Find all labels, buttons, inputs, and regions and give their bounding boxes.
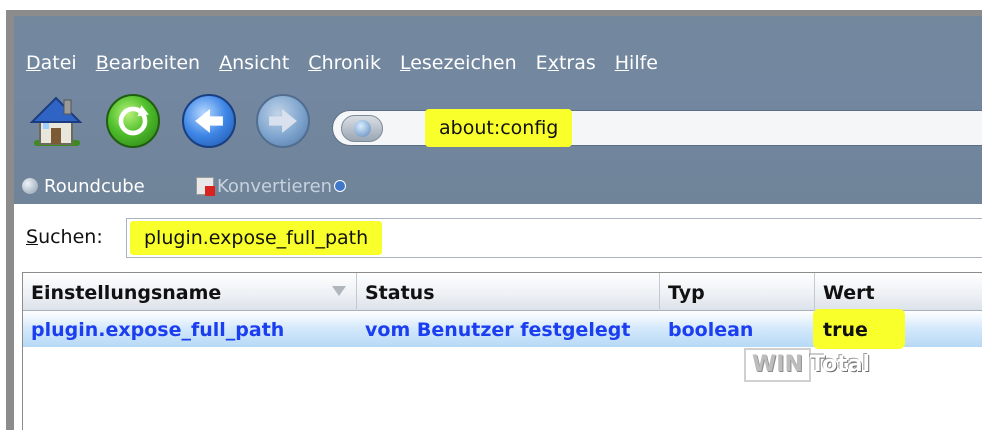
menu-label-post: tras (558, 52, 596, 74)
menu-label-post: esezeichen (410, 52, 517, 74)
cell-name[interactable]: plugin.expose_full_path (23, 311, 284, 347)
menu-label-accel: B (95, 52, 109, 74)
menu-label-pre: E (535, 52, 548, 74)
home-icon (29, 96, 83, 146)
menu-label-post: nsicht (232, 52, 290, 74)
menu-item-lesezeichen[interactable]: Lesezeichen (400, 52, 517, 78)
bookmark-label: Roundcube (44, 175, 145, 197)
menu-item-datei[interactable]: Datei (26, 52, 77, 78)
search-row: Suchen: plugin.expose_full_path (26, 218, 982, 258)
back-button[interactable] (182, 94, 236, 148)
menu-label-accel: x (547, 52, 559, 74)
column-header-label: Einstellungsname (31, 282, 222, 304)
menu-bar: Datei Bearbeiten Ansicht Chronik Lesezei… (26, 52, 677, 78)
menu-label-accel: A (219, 52, 233, 74)
column-header-label: Wert (823, 282, 875, 304)
url-bar[interactable]: about:config (332, 109, 982, 147)
bookmark-globe-icon (22, 178, 38, 194)
site-identity-icon[interactable] (341, 115, 383, 142)
watermark-logo: WIN Total (744, 346, 894, 384)
menu-label-post: atei (40, 52, 77, 74)
menu-label-accel: D (26, 52, 41, 74)
navigation-toolbar: about:config (14, 92, 982, 152)
browser-chrome: Datei Bearbeiten Ansicht Chronik Lesezei… (14, 16, 982, 204)
dropdown-arrow-icon[interactable] (334, 180, 347, 192)
column-header-typ[interactable]: Typ (660, 273, 815, 311)
menu-label-post: ilfe (629, 52, 658, 74)
watermark-left: WIN (744, 348, 811, 382)
column-header-label: Typ (668, 282, 705, 304)
search-label-rest: uchen: (38, 226, 103, 248)
url-text[interactable]: about:config (425, 109, 573, 147)
menu-item-hilfe[interactable]: Hilfe (615, 52, 658, 78)
bookmarks-toolbar: Roundcube Konvertieren (14, 172, 982, 200)
cell-status[interactable]: vom Benutzer festgelegt (357, 311, 630, 347)
bookmark-konvertieren[interactable]: Konvertieren (196, 172, 347, 200)
menu-item-extras[interactable]: Extras (536, 52, 596, 78)
watermark-right: Total (810, 352, 871, 377)
column-header-wert[interactable]: Wert (815, 273, 982, 311)
pdf-convert-icon (196, 177, 215, 196)
search-label: Suchen: (26, 226, 103, 248)
menu-item-bearbeiten[interactable]: Bearbeiten (96, 52, 200, 78)
menu-label-post: hronik (321, 52, 381, 74)
reload-button[interactable] (106, 94, 160, 148)
search-input-value[interactable]: plugin.expose_full_path (130, 221, 383, 255)
bookmark-roundcube[interactable]: Roundcube (22, 172, 145, 200)
forward-button[interactable] (256, 94, 310, 148)
cell-typ[interactable]: boolean (660, 311, 753, 347)
reload-icon (118, 105, 149, 136)
table-row[interactable]: plugin.expose_full_path vom Benutzer fes… (23, 309, 982, 349)
sort-descending-icon (332, 286, 346, 296)
search-label-accel: S (26, 226, 39, 248)
column-header-name[interactable]: Einstellungsname (23, 273, 357, 311)
about-config-page: Suchen: plugin.expose_full_path Einstell… (14, 204, 982, 430)
menu-item-chronik[interactable]: Chronik (308, 52, 381, 78)
column-header-status[interactable]: Status (357, 273, 660, 311)
bookmark-label: Konvertieren (217, 175, 333, 197)
table-header: Einstellungsname Status Typ Wert (23, 273, 982, 311)
cell-wert[interactable]: true (815, 311, 868, 347)
home-button[interactable] (26, 92, 86, 150)
arrow-right-icon (269, 108, 297, 134)
menu-label-accel: H (614, 52, 630, 74)
menu-label-accel: L (399, 52, 411, 74)
menu-item-ansicht[interactable]: Ansicht (219, 52, 289, 78)
menu-label-accel: C (308, 52, 322, 74)
menu-label-post: earbeiten (108, 52, 201, 74)
column-header-label: Status (365, 282, 435, 304)
arrow-left-icon (195, 108, 223, 134)
